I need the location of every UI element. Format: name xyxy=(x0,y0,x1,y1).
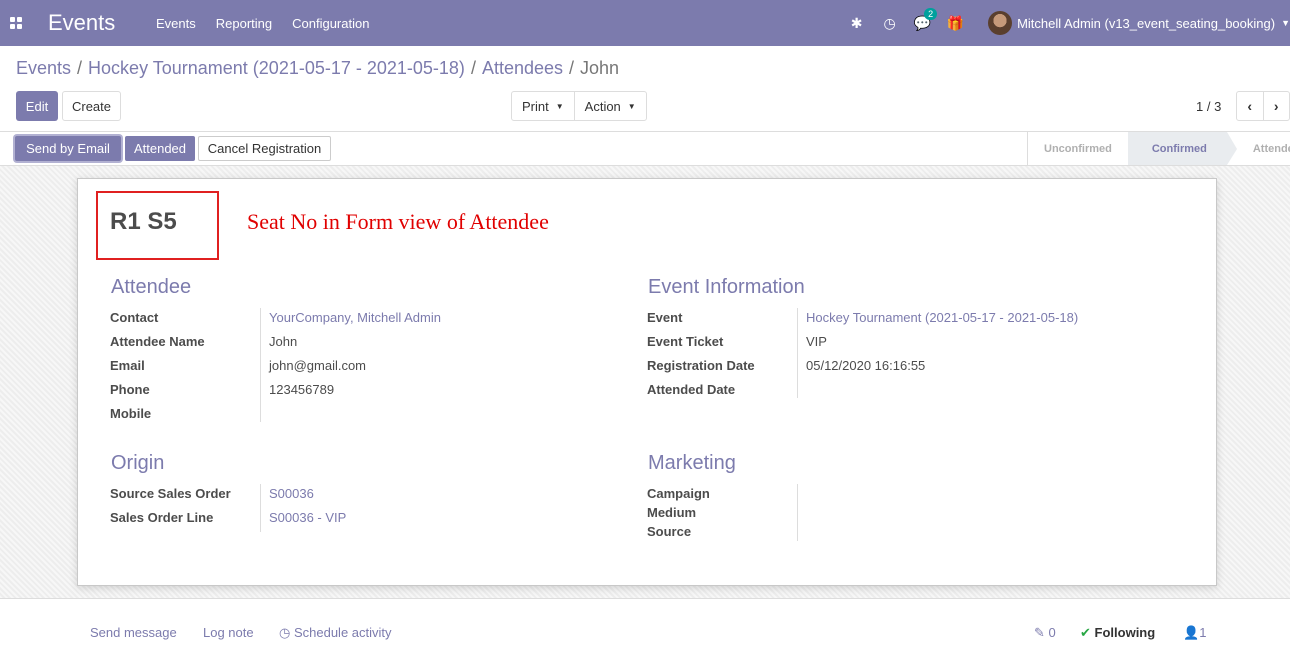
contact-field[interactable]: YourCompany, Mitchell Admin xyxy=(269,310,441,325)
source-label: Source xyxy=(647,524,692,539)
attended-button[interactable]: Attended xyxy=(125,136,195,161)
breadcrumb-separator: / xyxy=(470,58,476,78)
chevron-left-icon[interactable]: ‹ xyxy=(1237,92,1263,120)
source-sales-order-field[interactable]: S00036 xyxy=(269,486,314,501)
attendee-name-field[interactable]: John xyxy=(269,334,297,349)
attachments-button[interactable]: ✎ 0 xyxy=(1034,625,1056,641)
phone-label: Phone xyxy=(110,382,150,397)
top-navbar: Events Events Reporting Configuration ✱ … xyxy=(0,0,1290,46)
breadcrumb-attendees[interactable]: Attendees xyxy=(482,58,563,79)
clock-icon[interactable]: ◷ xyxy=(873,15,906,32)
menu-events[interactable]: Events xyxy=(156,16,196,31)
messages-badge: 2 xyxy=(924,7,938,20)
sidebar-actions: Print ▼ Action ▼ xyxy=(511,91,647,121)
send-by-email-button[interactable]: Send by Email xyxy=(15,136,121,161)
print-label: Print xyxy=(522,98,549,114)
event-ticket-label: Event Ticket xyxy=(647,334,724,349)
stage-attended[interactable]: Attended xyxy=(1227,132,1290,165)
menu-reporting[interactable]: Reporting xyxy=(216,16,272,31)
form-statusbar: Send by Email Attended Cancel Registrati… xyxy=(0,131,1290,166)
cancel-registration-button[interactable]: Cancel Registration xyxy=(198,136,331,161)
user-menu[interactable]: Mitchell Admin (v13_event_seating_bookin… xyxy=(988,11,1290,35)
schedule-activity-button[interactable]: ◷ Schedule activity xyxy=(279,625,392,641)
medium-label: Medium xyxy=(647,505,697,520)
attendee-name-label: Attendee Name xyxy=(110,334,205,349)
pager-buttons: ‹ › xyxy=(1236,91,1290,121)
breadcrumb-event[interactable]: Hockey Tournament (2021-05-17 - 2021-05-… xyxy=(88,58,465,79)
stage-confirmed[interactable]: Confirmed xyxy=(1127,132,1237,165)
chevron-down-icon: ▼ xyxy=(1281,18,1290,28)
print-dropdown[interactable]: Print ▼ xyxy=(512,92,574,120)
campaign-label: Campaign xyxy=(647,486,710,501)
check-icon: ✔ xyxy=(1080,625,1091,640)
schedule-activity-label: Schedule activity xyxy=(293,625,392,640)
action-label: Action xyxy=(584,98,621,114)
seat-number: R1 S5 xyxy=(110,208,177,235)
gift-icon[interactable]: 🎁 xyxy=(939,15,972,32)
apps-menu-icon[interactable] xyxy=(0,0,32,46)
marketing-group-title: Marketing xyxy=(648,452,736,474)
pager-value[interactable]: 1 / 3 xyxy=(1196,99,1221,114)
sales-order-line-label: Sales Order Line xyxy=(110,510,214,525)
source-sales-order-label: Source Sales Order xyxy=(110,486,231,501)
menu-configuration[interactable]: Configuration xyxy=(292,16,369,31)
divider xyxy=(260,308,261,422)
registration-date-label: Registration Date xyxy=(647,358,755,373)
caret-down-icon: ▼ xyxy=(555,101,564,111)
breadcrumb: Events / Hockey Tournament (2021-05-17 -… xyxy=(16,58,619,79)
phone-field[interactable]: 123456789 xyxy=(269,382,334,397)
attachments-count: 0 xyxy=(1048,625,1056,640)
caret-down-icon: ▼ xyxy=(627,101,636,111)
user-name: Mitchell Admin (v13_event_seating_bookin… xyxy=(1017,15,1276,31)
registration-date-field[interactable]: 05/12/2020 16:16:55 xyxy=(806,358,925,373)
divider xyxy=(797,484,798,541)
paperclip-icon: ✎ xyxy=(1034,625,1045,640)
email-field[interactable]: john@gmail.com xyxy=(269,358,366,373)
origin-group-title: Origin xyxy=(111,452,165,474)
breadcrumb-separator: / xyxy=(569,58,575,78)
divider xyxy=(260,484,261,532)
event-ticket-field[interactable]: VIP xyxy=(806,334,827,349)
edit-button[interactable]: Edit xyxy=(16,91,58,121)
stage-selector: Unconfirmed Confirmed Attended xyxy=(1027,132,1290,165)
event-info-group-title: Event Information xyxy=(648,276,805,298)
divider xyxy=(797,308,798,398)
messages-icon[interactable]: 💬 2 xyxy=(906,7,939,32)
event-label: Event xyxy=(647,310,683,325)
sales-order-line-field[interactable]: S00036 - VIP xyxy=(269,510,346,525)
log-note-button[interactable]: Log note xyxy=(203,625,254,640)
systray: ✱ ◷ 💬 2 🎁 Mitchell Admin (v13_event_seati… xyxy=(840,0,1290,46)
chatter: Send message Log note ◷ Schedule activit… xyxy=(0,598,1290,669)
followers-count: 1 xyxy=(1199,625,1207,640)
email-label: Email xyxy=(110,358,145,373)
attendee-group-title: Attendee xyxy=(111,276,192,298)
mobile-label: Mobile xyxy=(110,406,152,421)
event-field[interactable]: Hockey Tournament (2021-05-17 - 2021-05-… xyxy=(806,310,1078,325)
clock-icon: ◷ xyxy=(279,625,291,640)
annotation-text: Seat No in Form view of Attendee xyxy=(247,209,549,234)
stage-unconfirmed[interactable]: Unconfirmed xyxy=(1028,132,1128,165)
following-label: Following xyxy=(1094,625,1156,640)
chevron-right-icon[interactable]: › xyxy=(1262,92,1290,120)
breadcrumb-events[interactable]: Events xyxy=(16,58,71,79)
followers-button[interactable]: 👤1 xyxy=(1183,625,1206,641)
create-button[interactable]: Create xyxy=(62,91,121,121)
send-message-button[interactable]: Send message xyxy=(90,625,177,640)
action-dropdown[interactable]: Action ▼ xyxy=(573,92,646,120)
breadcrumb-separator: / xyxy=(77,58,83,78)
bug-icon[interactable]: ✱ xyxy=(840,15,873,32)
avatar xyxy=(988,11,1013,35)
following-button[interactable]: ✔ Following xyxy=(1080,625,1155,641)
breadcrumb-current: John xyxy=(580,58,620,78)
attended-date-label: Attended Date xyxy=(647,382,736,397)
user-icon: 👤 xyxy=(1183,625,1200,640)
contact-label: Contact xyxy=(110,310,159,325)
app-title[interactable]: Events xyxy=(48,10,156,36)
